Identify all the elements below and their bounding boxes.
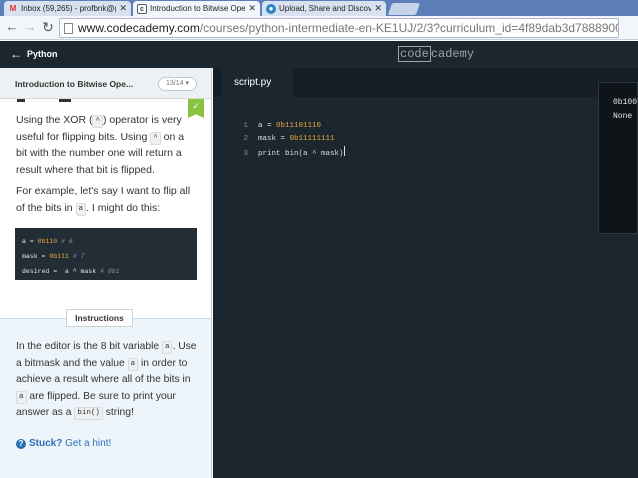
browser-tab-slideshare[interactable]: ● Upload, Share and Discover ✕: [262, 1, 386, 16]
lesson-header: Introduction to Bitwise Ope... 13/14 ▾: [0, 68, 211, 99]
code-line: mask = 0b111 # 7: [22, 253, 85, 260]
example-code-block: a = 0b110 # 6 mask = 0b111 # 7 desired =…: [15, 228, 197, 280]
close-tab-icon[interactable]: ✕: [374, 3, 382, 14]
address-bar[interactable]: www.codecademy.com/courses/python-interm…: [59, 18, 619, 38]
output-console: 0b100 None: [598, 82, 638, 234]
inline-code: a: [75, 202, 87, 216]
get-hint-label[interactable]: Get a hint!: [65, 438, 111, 449]
browser-tab-codecademy[interactable]: c Introduction to Bitwise Oper ✕: [133, 1, 260, 16]
lesson-paragraph-xor: Using the XOR (^) operator is very usefu…: [16, 114, 185, 176]
logo-code: code: [398, 46, 431, 62]
forward-arrow-icon[interactable]: →: [22, 19, 38, 35]
browser-tab-strip: M Inbox (59,265) - profbnk@g ✕ c Introdu…: [0, 0, 638, 16]
close-tab-icon[interactable]: ✕: [248, 3, 256, 14]
gmail-icon: M: [9, 3, 17, 13]
logo-cademy: cademy: [430, 47, 475, 61]
page-icon: [64, 22, 73, 34]
instructions-tab[interactable]: Instructions: [66, 309, 133, 327]
instructions-text: In the editor is the 8 bit variable a. U…: [16, 341, 197, 420]
output-line: 0b100: [613, 98, 638, 107]
browser-toolbar: ← → ↻ www.codecademy.com/courses/python-…: [0, 16, 638, 40]
progress-text: 13/14: [166, 80, 184, 87]
inline-code: bin(): [74, 407, 103, 420]
slideshare-icon: ●: [266, 3, 276, 14]
editor-tab-bar: script.py: [213, 68, 638, 97]
inline-code: ^: [92, 115, 103, 128]
url-path: /courses/python-intermediate-en-KE1UJ/2/…: [199, 21, 618, 35]
close-tab-icon[interactable]: ✕: [119, 3, 127, 14]
inline-code: a: [161, 341, 173, 354]
stuck-label: Stuck?: [29, 438, 63, 449]
text-cursor: [343, 146, 345, 156]
reload-icon[interactable]: ↻: [40, 19, 56, 35]
codecademy-logo[interactable]: code cademy: [398, 46, 474, 62]
output-line: None: [613, 112, 633, 121]
lesson-progress-dropdown[interactable]: 13/14 ▾: [158, 77, 197, 91]
back-arrow-icon[interactable]: ←: [10, 47, 22, 61]
course-title[interactable]: Python: [27, 48, 58, 61]
browser-tab-gmail[interactable]: M Inbox (59,265) - profbnk@g ✕: [4, 1, 131, 16]
lesson-paragraph-example: For example, let's say I want to flip al…: [16, 185, 191, 216]
codecademy-favicon: c: [137, 3, 147, 14]
editor-line[interactable]: 2 mask = 0b11111111: [213, 120, 335, 143]
back-arrow-icon[interactable]: ←: [4, 19, 20, 35]
inline-code: a: [127, 357, 139, 371]
lesson-panel: Introduction to Bitwise Ope... 13/14 ▾ ✓…: [0, 68, 212, 478]
inline-code: ^: [150, 131, 161, 145]
question-icon: ?: [16, 439, 26, 449]
tab-title: Introduction to Bitwise Oper: [150, 4, 246, 13]
new-tab-button[interactable]: [387, 3, 421, 15]
lesson-title: Introduction to Bitwise Ope...: [15, 79, 134, 89]
codecademy-header: ← Python code cademy: [0, 41, 638, 68]
tab-title: Inbox (59,265) - profbnk@g: [21, 4, 117, 13]
code-line: desired = a ^ mask # 0b1: [22, 268, 120, 275]
editor-line[interactable]: 1a = 0b11101110: [213, 107, 322, 130]
inline-code: a: [16, 390, 27, 404]
hint-link[interactable]: ? Stuck? Get a hint!: [16, 437, 111, 451]
code-line: a = 0b110 # 6: [22, 238, 73, 245]
tab-title: Upload, Share and Discover: [279, 4, 372, 13]
code-editor: script.py 1a = 0b11101110 2 mask = 0b1111…: [213, 68, 638, 478]
file-tab-script[interactable]: script.py: [221, 68, 293, 97]
url-host: www.codecademy.com: [78, 21, 200, 35]
editor-line[interactable]: 3 print bin(a ^ mask): [213, 133, 345, 158]
